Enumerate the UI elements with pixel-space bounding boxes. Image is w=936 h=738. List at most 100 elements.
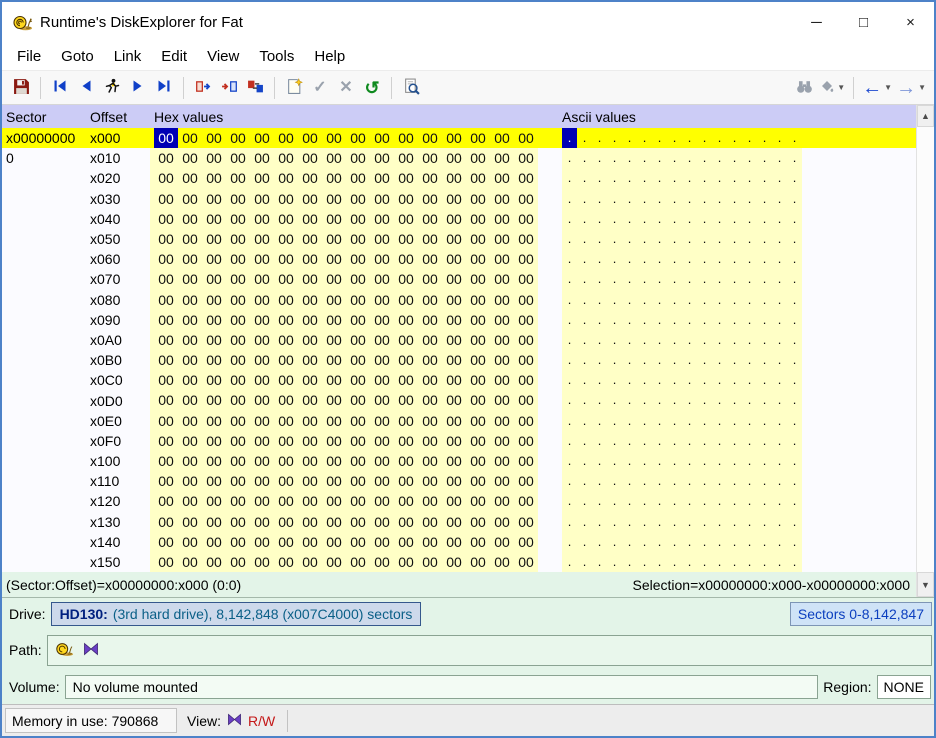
hex-byte[interactable]: 00: [370, 310, 394, 330]
hex-byte[interactable]: 00: [418, 471, 442, 491]
hex-byte[interactable]: 00: [418, 128, 442, 148]
hex-byte[interactable]: 00: [274, 148, 298, 168]
ascii-char[interactable]: .: [607, 168, 622, 188]
hex-byte[interactable]: 00: [178, 148, 202, 168]
ascii-char[interactable]: .: [622, 491, 637, 511]
ascii-char[interactable]: .: [712, 310, 727, 330]
ascii-char[interactable]: .: [592, 350, 607, 370]
ascii-char[interactable]: .: [727, 451, 742, 471]
ascii-char[interactable]: .: [592, 310, 607, 330]
ascii-char[interactable]: .: [622, 451, 637, 471]
hex-byte[interactable]: 00: [178, 411, 202, 431]
ascii-char[interactable]: .: [727, 491, 742, 511]
hex-byte[interactable]: 00: [322, 370, 346, 390]
hex-byte[interactable]: 00: [178, 370, 202, 390]
ascii-char[interactable]: .: [787, 209, 802, 229]
goto-previous-button[interactable]: [73, 74, 99, 102]
ascii-char[interactable]: .: [712, 451, 727, 471]
hex-byte[interactable]: 00: [346, 390, 370, 410]
ascii-char[interactable]: .: [652, 189, 667, 209]
ascii-char[interactable]: .: [652, 370, 667, 390]
ascii-char[interactable]: .: [592, 189, 607, 209]
ascii-char[interactable]: .: [682, 290, 697, 310]
hex-byte[interactable]: 00: [274, 552, 298, 572]
hex-byte[interactable]: 00: [178, 249, 202, 269]
hex-byte[interactable]: 00: [154, 229, 178, 249]
ascii-char[interactable]: .: [787, 350, 802, 370]
ascii-char[interactable]: .: [682, 189, 697, 209]
hex-byte[interactable]: 00: [274, 350, 298, 370]
ascii-char[interactable]: .: [787, 229, 802, 249]
hex-byte[interactable]: 00: [322, 269, 346, 289]
ascii-char[interactable]: .: [577, 249, 592, 269]
ascii-char[interactable]: .: [607, 290, 622, 310]
ascii-char[interactable]: .: [592, 168, 607, 188]
ascii-char[interactable]: .: [787, 269, 802, 289]
hex-byte[interactable]: 00: [250, 269, 274, 289]
hex-byte[interactable]: 00: [514, 512, 538, 532]
hex-byte[interactable]: 00: [346, 411, 370, 431]
ascii-char[interactable]: .: [622, 330, 637, 350]
hex-byte[interactable]: 00: [178, 512, 202, 532]
ascii-char[interactable]: .: [652, 168, 667, 188]
ascii-char[interactable]: .: [742, 350, 757, 370]
hex-byte[interactable]: 00: [250, 148, 274, 168]
scrollbar-track[interactable]: [917, 127, 934, 572]
hex-byte[interactable]: 00: [346, 350, 370, 370]
ascii-char[interactable]: .: [742, 290, 757, 310]
ascii-char[interactable]: .: [772, 512, 787, 532]
ascii-char[interactable]: .: [742, 411, 757, 431]
ascii-char[interactable]: .: [607, 269, 622, 289]
hex-byte[interactable]: 00: [490, 269, 514, 289]
hex-byte[interactable]: 00: [394, 411, 418, 431]
hex-byte[interactable]: 00: [418, 168, 442, 188]
link-forward-button[interactable]: [216, 74, 242, 102]
ascii-char[interactable]: .: [667, 512, 682, 532]
ascii-char[interactable]: .: [667, 411, 682, 431]
ascii-char[interactable]: .: [667, 552, 682, 572]
hex-byte[interactable]: 00: [178, 209, 202, 229]
ascii-char[interactable]: .: [637, 128, 652, 148]
hex-byte[interactable]: 00: [490, 148, 514, 168]
ascii-char[interactable]: .: [577, 148, 592, 168]
ascii-char[interactable]: .: [607, 249, 622, 269]
ascii-char[interactable]: .: [562, 532, 577, 552]
ascii-char[interactable]: .: [652, 431, 667, 451]
hex-byte[interactable]: 00: [490, 471, 514, 491]
hex-byte[interactable]: 00: [202, 431, 226, 451]
hex-byte[interactable]: 00: [202, 209, 226, 229]
ascii-char[interactable]: .: [607, 431, 622, 451]
ascii-char[interactable]: .: [682, 471, 697, 491]
hex-byte[interactable]: 00: [202, 411, 226, 431]
ascii-char[interactable]: .: [667, 209, 682, 229]
ascii-char[interactable]: .: [667, 290, 682, 310]
ascii-char[interactable]: .: [772, 532, 787, 552]
hex-byte[interactable]: 00: [250, 229, 274, 249]
hex-byte[interactable]: 00: [394, 370, 418, 390]
ascii-char[interactable]: .: [787, 532, 802, 552]
hex-byte[interactable]: 00: [490, 552, 514, 572]
ascii-char[interactable]: .: [637, 168, 652, 188]
ascii-char[interactable]: .: [787, 168, 802, 188]
hex-byte[interactable]: 00: [226, 269, 250, 289]
ascii-char[interactable]: .: [742, 431, 757, 451]
ascii-char[interactable]: .: [772, 269, 787, 289]
ascii-char[interactable]: .: [652, 209, 667, 229]
ascii-char[interactable]: .: [712, 431, 727, 451]
hex-byte[interactable]: 00: [418, 269, 442, 289]
ascii-char[interactable]: .: [667, 168, 682, 188]
ascii-char[interactable]: .: [712, 390, 727, 410]
ascii-char[interactable]: .: [652, 552, 667, 572]
hex-byte[interactable]: 00: [346, 471, 370, 491]
ascii-char[interactable]: .: [682, 431, 697, 451]
hex-byte[interactable]: 00: [202, 350, 226, 370]
ascii-char[interactable]: .: [667, 451, 682, 471]
hex-byte[interactable]: 00: [250, 370, 274, 390]
hex-byte[interactable]: 00: [346, 269, 370, 289]
ascii-char[interactable]: .: [742, 128, 757, 148]
hex-byte[interactable]: 00: [322, 148, 346, 168]
hex-byte[interactable]: 00: [442, 411, 466, 431]
hex-byte[interactable]: 00: [370, 512, 394, 532]
hex-byte[interactable]: 00: [394, 431, 418, 451]
hex-byte[interactable]: 00: [154, 390, 178, 410]
